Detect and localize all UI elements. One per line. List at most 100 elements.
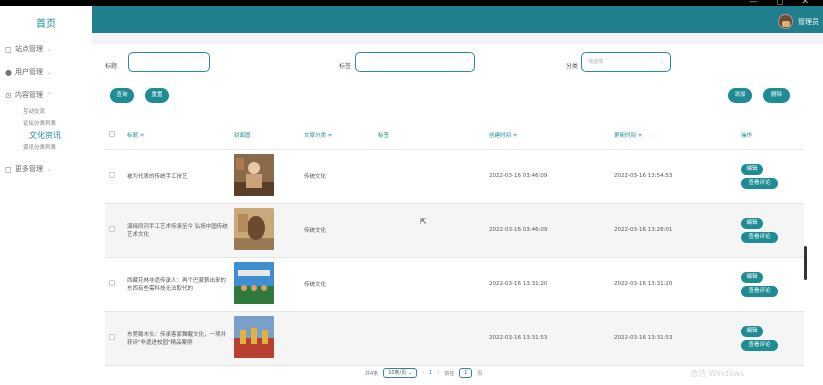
chevron-down-icon: ⌄	[47, 68, 53, 76]
header-bar: 管理员	[92, 6, 823, 33]
avatar	[778, 14, 793, 29]
row-cover	[230, 311, 300, 366]
view-comments-button[interactable]: 查看评论	[741, 339, 778, 351]
page-size-value: 10条/页	[388, 370, 407, 376]
sidebar-item-news-categories[interactable]: 资讯分类列表	[23, 142, 92, 154]
title-input[interactable]	[128, 52, 210, 72]
row-category: 传统文化	[300, 257, 374, 312]
sidebar-group-label: 站点管理	[15, 45, 43, 53]
row-checkbox[interactable]	[105, 311, 123, 366]
add-button[interactable]: 添加	[728, 88, 752, 103]
column-category[interactable]: 文章分类 ≑	[300, 121, 374, 150]
row-cover	[230, 257, 300, 312]
column-updated[interactable]: 更新时间 ≑	[610, 121, 737, 150]
settings-icon: ⊙	[5, 90, 12, 100]
sidebar: 首页 ◻ 站点管理 ⌄ ● 用户管理 ⌄ ⊙ 内容管理 ⌃ 互动交流 论坛分类列…	[0, 6, 92, 385]
current-page[interactable]: 1	[429, 370, 432, 376]
row-updated: 2022-03-16 13:31:20	[610, 257, 737, 312]
row-actions: 编辑 查看评论	[737, 149, 804, 204]
chevron-up-icon: ⌃	[47, 91, 53, 99]
sidebar-item-home[interactable]: 首页	[0, 15, 92, 30]
table-row: 西藏花林非遗传承人：再个巴蒙薪出来的东西有些需科技无法取代的 传统文化 2022…	[105, 257, 804, 312]
sidebar-group-label: 更多管理	[15, 165, 43, 173]
scrollbar[interactable]	[804, 246, 807, 280]
chevron-down-icon: ⌄	[47, 165, 53, 173]
row-updated: 2022-03-16 13:54:53	[610, 149, 737, 204]
select-all-checkbox[interactable]	[105, 121, 123, 150]
row-created: 2022-03-16 13:31:53	[485, 311, 610, 366]
page-suffix: 页	[477, 370, 483, 377]
document-icon: ◻	[5, 164, 12, 174]
total-count: 共4条	[365, 370, 379, 377]
row-actions: 编辑 查看评论	[737, 257, 804, 312]
column-title[interactable]: 标题 ≑	[123, 121, 230, 150]
row-category: 传统文化	[300, 149, 374, 204]
chevron-down-icon: ⌄	[659, 59, 664, 65]
edit-button[interactable]: 编辑	[741, 325, 763, 337]
prev-page-button[interactable]: ‹	[422, 370, 424, 376]
cover-image[interactable]	[234, 208, 274, 250]
column-created[interactable]: 创建时间 ≑	[485, 121, 610, 150]
next-page-button[interactable]: ›	[437, 370, 439, 376]
page-size-select[interactable]: 10条/页 ⌄	[383, 368, 418, 378]
row-created: 2022-03-16 13:31:20	[485, 257, 610, 312]
main-area: 管理员 标题 标签 分类 请选择 ⌄ 查询 重置 添加 删除 标题 ≑ 封面图	[92, 6, 823, 385]
row-tags	[374, 311, 485, 366]
row-title: 演绎同河手工艺术传承至今 弘扬中国传统艺术文化	[123, 203, 230, 258]
sidebar-group-site[interactable]: ◻ 站点管理 ⌄	[5, 43, 92, 55]
edit-button[interactable]: 编辑	[741, 271, 763, 283]
row-created: 2022-03-16 03:46:09	[485, 203, 610, 258]
row-category	[300, 311, 374, 366]
admin-menu[interactable]: 管理员	[778, 14, 819, 29]
title-filter-label: 标题	[105, 63, 118, 70]
sidebar-group-label: 用户管理	[15, 68, 43, 76]
chevron-down-icon: ⌄	[407, 370, 413, 376]
windows-watermark: 激活 Windows	[690, 369, 745, 378]
sidebar-item-forum-categories[interactable]: 论坛分类列表	[23, 118, 92, 130]
cover-image[interactable]	[234, 154, 274, 196]
category-placeholder: 请选择	[588, 59, 604, 65]
news-table: 标题 ≑ 封面图 文章分类 ≑ 标签 创建时间 ≑ 更新时间 ≑ 操作 被为代表…	[105, 121, 804, 366]
column-actions: 操作	[737, 121, 804, 150]
table-header-row: 标题 ≑ 封面图 文章分类 ≑ 标签 创建时间 ≑ 更新时间 ≑ 操作	[105, 121, 804, 150]
sidebar-item-culture-news[interactable]: 文化资讯	[29, 130, 92, 142]
row-checkbox[interactable]	[105, 257, 123, 312]
row-title: 被为代表的传统手工技艺	[123, 149, 230, 204]
view-comments-button[interactable]: 查看评论	[741, 177, 778, 189]
user-icon: ●	[5, 67, 12, 77]
category-filter-label: 分类	[566, 63, 579, 70]
row-tags	[374, 203, 485, 258]
search-button[interactable]: 查询	[110, 88, 134, 103]
table-row: 被为代表的传统手工技艺 传统文化 2022-03-16 03:46:09 202…	[105, 149, 804, 204]
calendar-icon: ◻	[5, 44, 12, 54]
sidebar-group-more[interactable]: ◻ 更多管理 ⌄	[5, 163, 92, 175]
category-select[interactable]: 请选择 ⌄	[581, 52, 671, 72]
column-tags: 标签	[374, 121, 485, 150]
row-actions: 编辑 查看评论	[737, 203, 804, 258]
admin-label: 管理员	[798, 17, 819, 26]
tags-filter-label: 标签	[339, 63, 352, 70]
tags-input[interactable]	[355, 52, 475, 72]
sidebar-group-content[interactable]: ⊙ 内容管理 ⌃	[5, 89, 92, 101]
view-comments-button[interactable]: 查看评论	[741, 231, 778, 243]
sidebar-group-user[interactable]: ● 用户管理 ⌄	[5, 66, 92, 78]
row-title: 西藏花林非遗传承人：再个巴蒙薪出来的东西有些需科技无法取代的	[123, 257, 230, 312]
chevron-down-icon: ⌄	[47, 45, 53, 53]
row-cover	[230, 149, 300, 204]
edit-button[interactable]: 编辑	[741, 163, 763, 175]
row-title: 东莞稳木头：传承客家舞醒文化，一项并获评"非遗进校园"精品案例	[123, 311, 230, 366]
delete-button[interactable]: 删除	[763, 88, 790, 103]
edit-button[interactable]: 编辑	[741, 217, 763, 229]
cover-image[interactable]	[234, 262, 274, 304]
goto-page-input[interactable]: 1	[459, 368, 473, 378]
sidebar-item-interaction[interactable]: 互动交流	[23, 106, 92, 118]
reset-button[interactable]: 重置	[145, 88, 169, 103]
view-comments-button[interactable]: 查看评论	[741, 285, 778, 297]
goto-label: 前往	[444, 370, 455, 377]
cover-image[interactable]	[234, 316, 274, 358]
row-checkbox[interactable]	[105, 203, 123, 258]
column-cover: 封面图	[230, 121, 300, 150]
row-actions: 编辑 查看评论	[737, 311, 804, 366]
row-checkbox[interactable]	[105, 149, 123, 204]
pagination: 共4条 10条/页 ⌄ ‹ 1 › 前往 1 页	[365, 368, 482, 378]
